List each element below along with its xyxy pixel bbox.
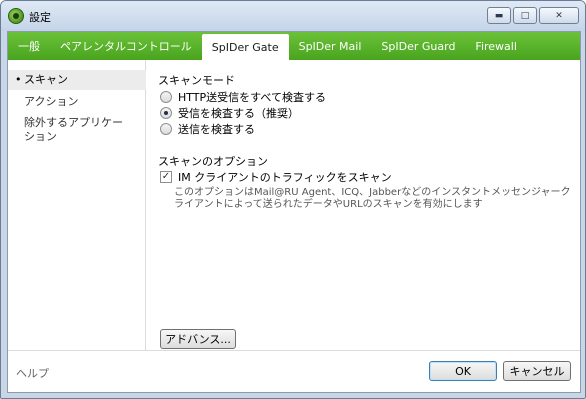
tab-firewall[interactable]: Firewall (465, 32, 526, 60)
sidebar-item-action[interactable]: アクション (8, 95, 146, 109)
window-controls: ▬ □ ✕ (487, 7, 579, 25)
radio-button[interactable] (160, 91, 172, 103)
checkbox-label: IM クライアントのトラフィックをスキャン (178, 171, 392, 184)
scan-settings-panel: スキャンモード HTTP送受信をすべて検査する 受信を検査する（推奨） 送信を検… (158, 60, 578, 350)
maximize-button[interactable]: □ (513, 7, 537, 24)
title-bar: 設定 ▬ □ ✕ (1, 1, 585, 31)
advanced-button[interactable]: アドバンス... (160, 329, 236, 349)
footer-bar: ヘルプ OK キャンセル (8, 350, 580, 392)
cancel-button[interactable]: キャンセル (503, 361, 571, 381)
im-option-description: このオプションはMail@RU Agent、ICQ、Jabberなどのインスタン… (174, 187, 571, 210)
ok-button[interactable]: OK (429, 361, 497, 381)
im-traffic-checkbox[interactable]: ✓ (160, 171, 172, 183)
settings-window: 設定 ▬ □ ✕ 一般 ペアレンタルコントロール SpIDer Gate SpI… (0, 0, 586, 399)
radio-button[interactable] (160, 107, 172, 119)
tab-general[interactable]: 一般 (8, 32, 50, 60)
tab-parental-control[interactable]: ペアレンタルコントロール (50, 32, 202, 60)
radio-scan-outgoing[interactable]: 送信を検査する (160, 121, 255, 137)
sidebar-item-excluded-apps[interactable]: 除外するアプリケーション (8, 116, 132, 144)
tab-bar: 一般 ペアレンタルコントロール SpIDer Gate SpIDer Mail … (8, 32, 580, 60)
radio-label: 送信を検査する (178, 123, 255, 136)
radio-scan-incoming[interactable]: 受信を検査する（推奨） (160, 105, 299, 121)
radio-button[interactable] (160, 123, 172, 135)
radio-label: HTTP送受信をすべて検査する (178, 91, 326, 104)
scan-options-heading: スキャンのオプション (158, 155, 268, 168)
sidebar-item-scan[interactable]: • スキャン (8, 70, 146, 90)
sidebar-item-label: 除外するアプリケーション (24, 116, 123, 143)
window-title: 設定 (29, 11, 51, 24)
bullet-icon: • (15, 73, 22, 86)
tab-spider-gate[interactable]: SpIDer Gate (201, 34, 289, 60)
minimize-button[interactable]: ▬ (487, 7, 511, 24)
radio-scan-all-http[interactable]: HTTP送受信をすべて検査する (160, 89, 326, 105)
sidebar-item-label: スキャン (24, 73, 68, 86)
radio-label: 受信を検査する（推奨） (178, 107, 299, 120)
im-traffic-checkbox-row[interactable]: ✓ IM クライアントのトラフィックをスキャン (160, 169, 392, 185)
sidebar: • スキャン アクション 除外するアプリケーション (8, 60, 146, 350)
help-link[interactable]: ヘルプ (16, 365, 49, 381)
close-button[interactable]: ✕ (539, 7, 579, 24)
tab-spider-guard[interactable]: SpIDer Guard (371, 32, 465, 60)
tab-spider-mail[interactable]: SpIDer Mail (289, 32, 372, 60)
dialog-body: 一般 ペアレンタルコントロール SpIDer Gate SpIDer Mail … (7, 31, 581, 393)
scan-mode-heading: スキャンモード (158, 74, 235, 87)
sidebar-item-label: アクション (24, 95, 79, 108)
spider-logo-icon (8, 8, 24, 24)
